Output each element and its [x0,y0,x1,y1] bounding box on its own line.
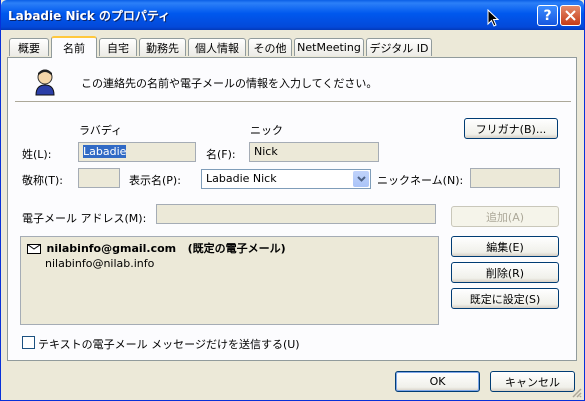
delete-button[interactable]: 削除(R) [451,262,559,283]
tab-home[interactable]: 自宅 [99,38,137,56]
last-name-label: 姓(L): [22,148,52,161]
email-label: 電子メール アドレス(M): [22,212,147,225]
contact-person-icon [35,69,55,96]
mouse-cursor-icon [487,9,499,27]
title-input[interactable] [78,168,120,188]
default-email-note: (既定の電子メール) [187,242,286,255]
display-name-select[interactable]: Labadie Nick [201,169,371,189]
display-name-value: Labadie Nick [206,172,277,185]
display-name-label: 表示名(P): [129,174,181,187]
tab-personal[interactable]: 個人情報 [188,38,246,56]
help-button[interactable]: ? [537,5,558,26]
chevron-down-icon [356,176,366,182]
nickname-input[interactable] [470,168,560,188]
divider [15,101,571,102]
yomi-first: ニック [250,124,283,137]
yomi-last: ラバディ [79,124,123,137]
cancel-button[interactable]: キャンセル [490,371,575,392]
plaintext-label: テキストの電子メール メッセージだけを送信する(U) [38,338,300,351]
close-icon [565,10,576,21]
nickname-label: ニックネーム(N): [377,174,464,187]
window-title: Labadie Nick のプロパティ [8,9,171,23]
edit-button[interactable]: 編集(E) [451,236,559,257]
tab-name[interactable]: 名前 [51,36,97,58]
envelope-icon [27,244,41,254]
tab-strip: 概要 名前 自宅 勤務先 個人情報 その他 NetMeeting デジタル ID [1,36,585,58]
title-label: 敬称(T): [22,174,64,187]
furigana-button[interactable]: フリガナ(B)... [464,118,558,139]
tab-netmeeting[interactable]: NetMeeting [294,38,364,56]
list-item[interactable]: nilabinfo@nilab.info [45,257,154,270]
tab-business[interactable]: 勤務先 [139,38,186,56]
add-button[interactable]: 追加(A) [451,206,559,227]
plaintext-checkbox[interactable] [22,336,35,349]
last-name-input[interactable]: Labadie [78,142,196,162]
email-input[interactable] [156,204,436,224]
tab-other[interactable]: その他 [248,38,292,56]
email-address: nilabinfo@gmail.com [46,242,177,255]
question-mark-icon: ? [543,7,552,24]
list-item[interactable]: nilabinfo@gmail.com (既定の電子メール) [27,240,286,256]
tab-digital-id[interactable]: デジタル ID [366,38,432,56]
email-list[interactable]: nilabinfo@gmail.com (既定の電子メール) nilabinfo… [20,236,439,325]
description-text: この連絡先の名前や電子メールの情報を入力してください。 [81,77,378,90]
first-name-input[interactable]: Nick [249,142,379,162]
tab-summary[interactable]: 概要 [9,38,49,56]
email-address: nilabinfo@nilab.info [45,257,155,270]
ok-button[interactable]: OK [395,371,480,392]
dropdown-arrow-button[interactable] [353,171,369,187]
title-bar[interactable]: Labadie Nick のプロパティ ? [1,0,584,30]
set-default-button[interactable]: 既定に設定(S) [451,288,559,309]
first-name-label: 名(F): [206,148,236,161]
close-button[interactable] [560,5,581,26]
properties-dialog: Labadie Nick のプロパティ ? 概要 名前 自宅 勤務先 個人情報 … [0,0,585,401]
resize-grip-icon[interactable] [570,386,582,398]
